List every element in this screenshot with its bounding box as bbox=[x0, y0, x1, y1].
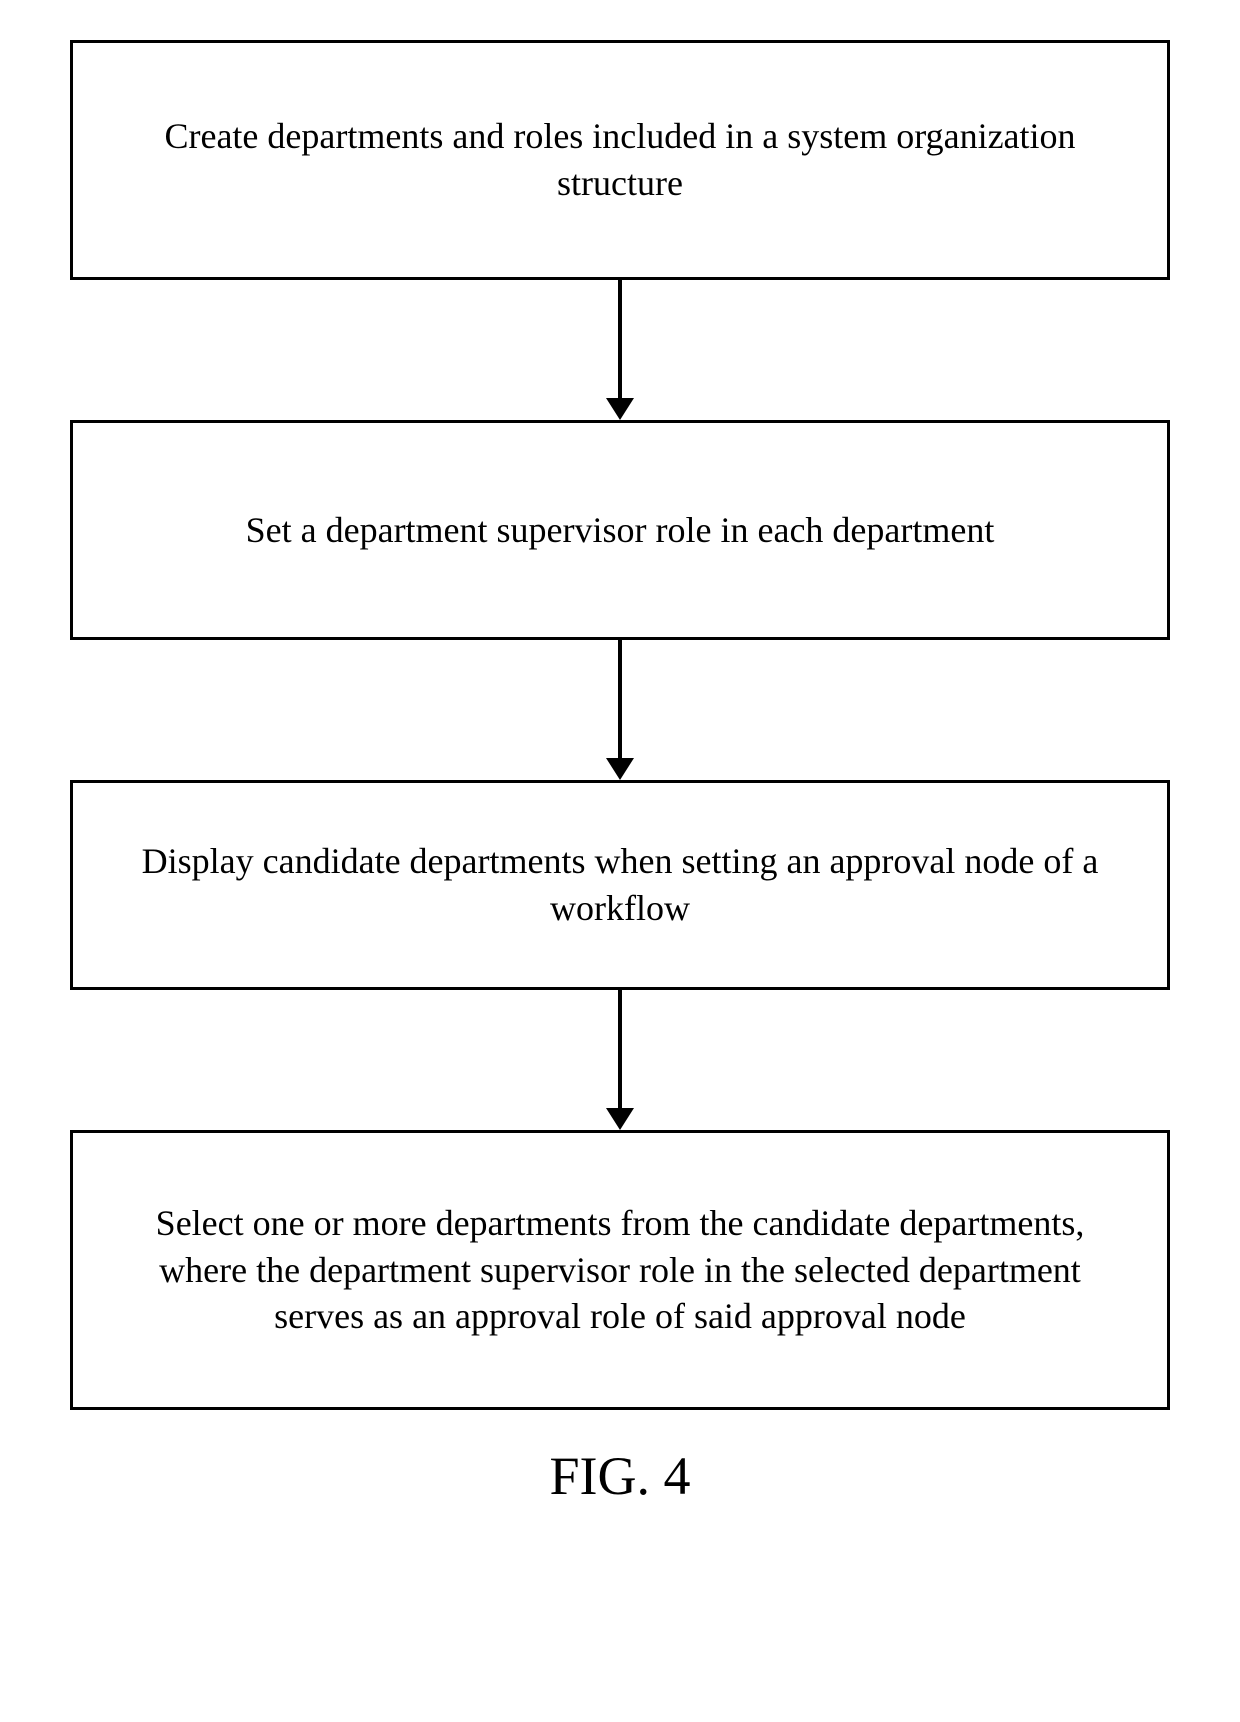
flow-step-2-label: Set a department supervisor role in each… bbox=[246, 507, 995, 554]
arrow-icon bbox=[606, 280, 634, 420]
flow-step-1-label: Create departments and roles included in… bbox=[123, 113, 1117, 207]
flow-step-1: Create departments and roles included in… bbox=[70, 40, 1170, 280]
flow-step-4-label: Select one or more departments from the … bbox=[123, 1200, 1117, 1340]
flow-step-4: Select one or more departments from the … bbox=[70, 1130, 1170, 1410]
figure-caption: FIG. 4 bbox=[549, 1445, 690, 1507]
flowchart: Create departments and roles included in… bbox=[30, 40, 1210, 1507]
flow-step-3: Display candidate departments when setti… bbox=[70, 780, 1170, 990]
flow-step-2: Set a department supervisor role in each… bbox=[70, 420, 1170, 640]
arrow-icon bbox=[606, 990, 634, 1130]
arrow-icon bbox=[606, 640, 634, 780]
flow-step-3-label: Display candidate departments when setti… bbox=[123, 838, 1117, 932]
